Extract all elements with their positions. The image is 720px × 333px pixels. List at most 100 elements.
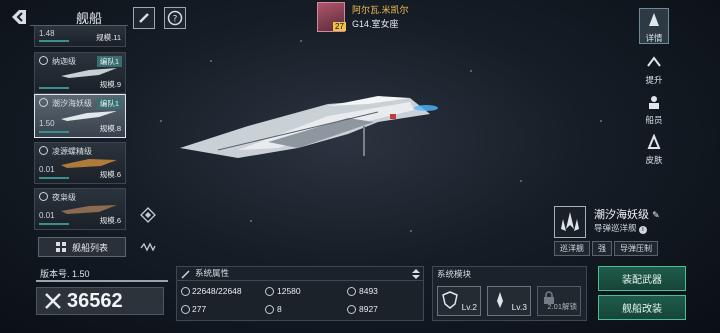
attributes-panel: 系统属性 22648/22648 12580 8493 277 8 8927 — [176, 266, 424, 321]
nav-detail-label: 详情 — [645, 33, 663, 43]
defense-icon — [347, 305, 356, 314]
ship-type-icon — [39, 98, 48, 107]
speed-icon — [181, 305, 190, 314]
ship-list-button[interactable]: 舰船列表 — [38, 237, 126, 257]
ship-refit-button[interactable]: 舰船改装 — [598, 295, 686, 320]
wave-icon — [140, 242, 156, 252]
attributes-title-text: 系统属性 — [195, 268, 230, 278]
modules-panel: 系统模块 Lv.2 Lv.3 2.01解锁 — [432, 266, 587, 321]
module-slot-locked[interactable]: 2.01解锁 — [537, 286, 581, 316]
armor-value: 12580 — [277, 286, 301, 296]
tag-type: 巡洋舰 — [554, 241, 590, 256]
nav-crew[interactable]: 船员 — [639, 94, 669, 126]
star — [210, 60, 212, 62]
ship-card-progress — [39, 177, 69, 179]
ship-hull-icon — [61, 111, 117, 121]
speed-value: 277 — [192, 304, 207, 314]
nav-skin-label: 皮肤 — [645, 155, 663, 165]
ship-card-level: 1.50 — [39, 119, 55, 128]
rocket-icon — [497, 292, 503, 308]
nav-crew-label: 船员 — [645, 115, 663, 125]
crew-icon — [649, 96, 659, 109]
ship-hull-icon — [61, 68, 117, 78]
hp-icon — [181, 287, 190, 296]
fleet-icon — [140, 207, 156, 223]
nav-upgrade-label: 提升 — [645, 75, 663, 85]
ship-hull-icon — [61, 205, 117, 214]
ship-name: 潮汐海妖级 ✎ — [594, 206, 660, 222]
shield-icon — [442, 291, 458, 309]
attack-value: 8493 — [359, 286, 378, 296]
pen-icon — [139, 13, 149, 23]
captain-name: 阿尔瓦.米凯尔 — [352, 5, 409, 15]
svg-text:?: ? — [173, 15, 178, 25]
ship-card-progress — [39, 131, 69, 133]
star — [600, 120, 602, 122]
ship-tags: 巡洋舰 强 导弹压制 — [554, 241, 658, 256]
defense-value: 8927 — [359, 304, 378, 314]
ship-card-scale: 规模.8 — [99, 124, 121, 133]
nav-detail[interactable]: 详情 — [639, 8, 669, 44]
star — [300, 40, 302, 42]
fleet-toggle-button[interactable] — [140, 207, 156, 223]
armor-icon — [265, 287, 274, 296]
back-button[interactable] — [8, 6, 30, 28]
ship-card[interactable]: 夜枭级 0.01 规模.6 — [34, 188, 126, 230]
ship-card-scale: 规模.6 — [99, 216, 121, 225]
ship-type-icon — [39, 146, 48, 155]
crossed-swords-icon — [45, 293, 61, 309]
ship-class: 导弹巡洋舰 i — [594, 222, 647, 234]
ship-card[interactable]: 凌源螺精级 0.01 规模.6 — [34, 142, 126, 184]
grid-icon — [55, 242, 66, 252]
nav-skin[interactable]: 皮肤 — [639, 133, 669, 166]
detail-icon — [649, 13, 659, 26]
ship-card[interactable]: 纳迦级 编队1 规模.9 — [34, 52, 126, 94]
rename-icon[interactable]: ✎ — [652, 210, 660, 220]
back-icon — [12, 10, 26, 24]
module-slot-shield[interactable]: Lv.2 — [437, 286, 481, 316]
ship-card-selected[interactable]: 潮汐海妖级 编队1 1.50 规模.8 — [34, 94, 126, 138]
combat-power-value: 36562 — [67, 289, 123, 312]
tag-strength: 强 — [592, 241, 612, 256]
combat-power: 36562 — [36, 287, 164, 315]
ship-card-level: 0.01 — [39, 211, 55, 220]
equip-weapon-button[interactable]: 装配武器 — [598, 266, 686, 291]
filter-button[interactable] — [133, 7, 155, 29]
ship-hull-icon — [61, 159, 117, 168]
sort-arrows-icon[interactable] — [411, 269, 421, 279]
hp-value: 22648/22648 — [192, 286, 242, 296]
ship-card-level: 1.48 — [39, 29, 55, 38]
star — [470, 70, 472, 72]
module-level: Lv.2 — [461, 302, 477, 312]
attributes-title: 系统属性 — [177, 267, 423, 281]
nav-upgrade[interactable]: 提升 — [639, 54, 669, 86]
sort-button[interactable] — [140, 239, 156, 255]
ship-card-scale: 规模.6 — [99, 170, 121, 179]
ship-class-emblem — [554, 206, 586, 238]
ship-model[interactable] — [178, 92, 440, 172]
version-label: 版本号. 1.50 — [36, 267, 168, 282]
expand-icon — [181, 270, 190, 279]
attack-icon — [347, 287, 356, 296]
ship-list-label: 舰船列表 — [71, 242, 108, 253]
tag-role: 导弹压制 — [614, 241, 658, 256]
help-button[interactable]: ? — [164, 7, 186, 29]
cruiser-icon — [561, 212, 579, 231]
info-icon[interactable]: i — [638, 226, 647, 234]
module-slot-weapon[interactable]: Lv.3 — [487, 286, 531, 316]
star — [520, 180, 522, 182]
ship-class-text: 导弹巡洋舰 — [594, 223, 637, 233]
help-icon: ? — [167, 10, 183, 26]
ship-type-icon — [39, 56, 48, 65]
module-unlock-level: 2.01解锁 — [547, 302, 577, 311]
upgrade-icon — [647, 56, 661, 67]
star — [410, 230, 412, 232]
star — [160, 120, 162, 122]
modules-title: 系统模块 — [437, 269, 472, 279]
module-level: Lv.3 — [511, 302, 527, 312]
ship-type-icon — [39, 192, 48, 201]
ship-card-scale: 规模.11 — [96, 33, 121, 42]
captain-star-system: G14.室女座 — [352, 19, 399, 29]
ship-card[interactable]: 1.48 规模.11 — [34, 26, 126, 47]
skin-icon — [647, 133, 661, 149]
